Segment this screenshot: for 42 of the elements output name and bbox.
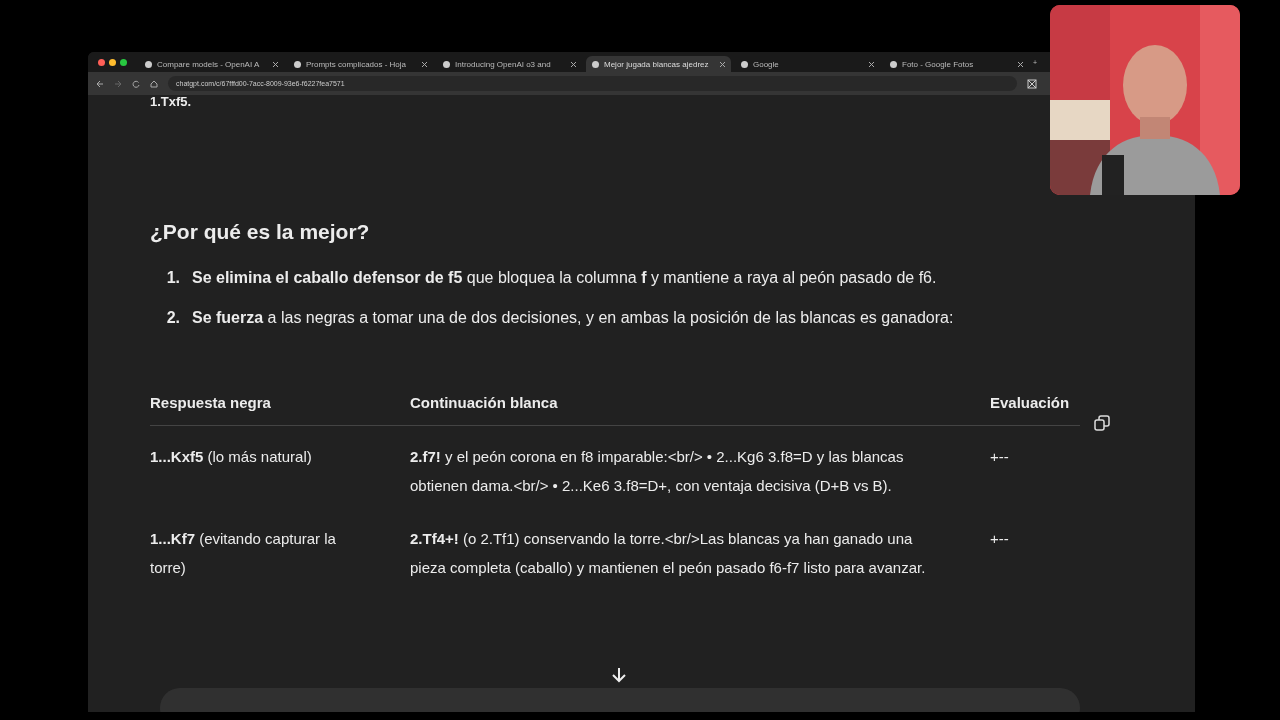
message-text: 1.Txf5. xyxy=(150,95,193,108)
browser-tab[interactable]: Google xyxy=(735,56,880,72)
section-heading: ¿Por qué es la mejor? xyxy=(150,220,370,244)
close-tab-icon[interactable] xyxy=(273,61,278,67)
maximize-window-button[interactable] xyxy=(120,58,127,66)
table-cell-text: +-- xyxy=(990,529,1010,549)
close-window-button[interactable] xyxy=(98,58,105,66)
close-tab-icon[interactable] xyxy=(720,61,725,67)
site-icon xyxy=(890,60,897,68)
column-header: Evaluación xyxy=(990,394,1071,411)
home-icon[interactable] xyxy=(150,79,158,88)
list-item: Se elimina el caballo defensor de f5 que bloquea la columna f y mantiene a raya al peón pasado de f6. xyxy=(192,268,937,288)
site-icon xyxy=(294,60,301,68)
copy-icon[interactable] xyxy=(1094,415,1110,431)
close-tab-icon[interactable] xyxy=(571,61,576,67)
reload-icon[interactable] xyxy=(132,79,140,88)
scroll-down-icon[interactable] xyxy=(612,667,626,683)
site-icon xyxy=(443,60,450,68)
list-number: 2. xyxy=(165,308,180,328)
list-number: 1. xyxy=(165,268,180,288)
browser-tab[interactable]: Mejor jugada blancas ajedrez xyxy=(586,56,731,72)
site-icon xyxy=(592,60,599,68)
browser-tab[interactable]: Prompts complicados - Hoja xyxy=(288,56,433,72)
minimize-window-button[interactable] xyxy=(109,58,116,66)
browser-tab[interactable]: Compare models - OpenAI A xyxy=(139,56,284,72)
table-cell-text: 2.Tf4+! (o 2.Tf1) conservando la torre.<br/>Las blancas ya han ganado una pieza completa (caballo) y mantienen el peón pasado f6-f7 listo para avanzar. xyxy=(410,529,927,578)
site-icon xyxy=(145,60,152,68)
list-item: Se fuerza a las negras a tomar una de dos decisiones, y en ambas la posición de las blancas es ganadora: xyxy=(192,308,954,328)
close-tab-icon[interactable] xyxy=(1018,61,1023,67)
close-tab-icon[interactable] xyxy=(869,61,874,67)
browser-tab[interactable]: Introducing OpenAI o3 and xyxy=(437,56,582,72)
site-icon xyxy=(741,60,748,68)
table-cell-text: 2.f7! y el peón corona en f8 imparable:<br/> • 2...Kg6 3.f8=D y las blancas obtienen dama.<br/> • 2...Ke6 3.f8=D+, con ventaja decisiva (D+B vs B). xyxy=(410,447,905,496)
browser-tab[interactable]: Foto - Google Fotos xyxy=(884,56,1029,72)
table-cell-text: 1...Kxf5 (lo más natural) xyxy=(150,447,313,467)
extension-icon[interactable] xyxy=(1027,78,1037,89)
column-header: Continuación blanca xyxy=(410,394,559,411)
column-header: Respuesta negra xyxy=(150,394,272,411)
back-icon[interactable] xyxy=(96,79,104,88)
close-tab-icon[interactable] xyxy=(422,61,427,67)
table-cell-text: +-- xyxy=(990,447,1010,467)
table-cell-text: 1...Kf7 (evitando capturar la torre) xyxy=(150,529,337,578)
